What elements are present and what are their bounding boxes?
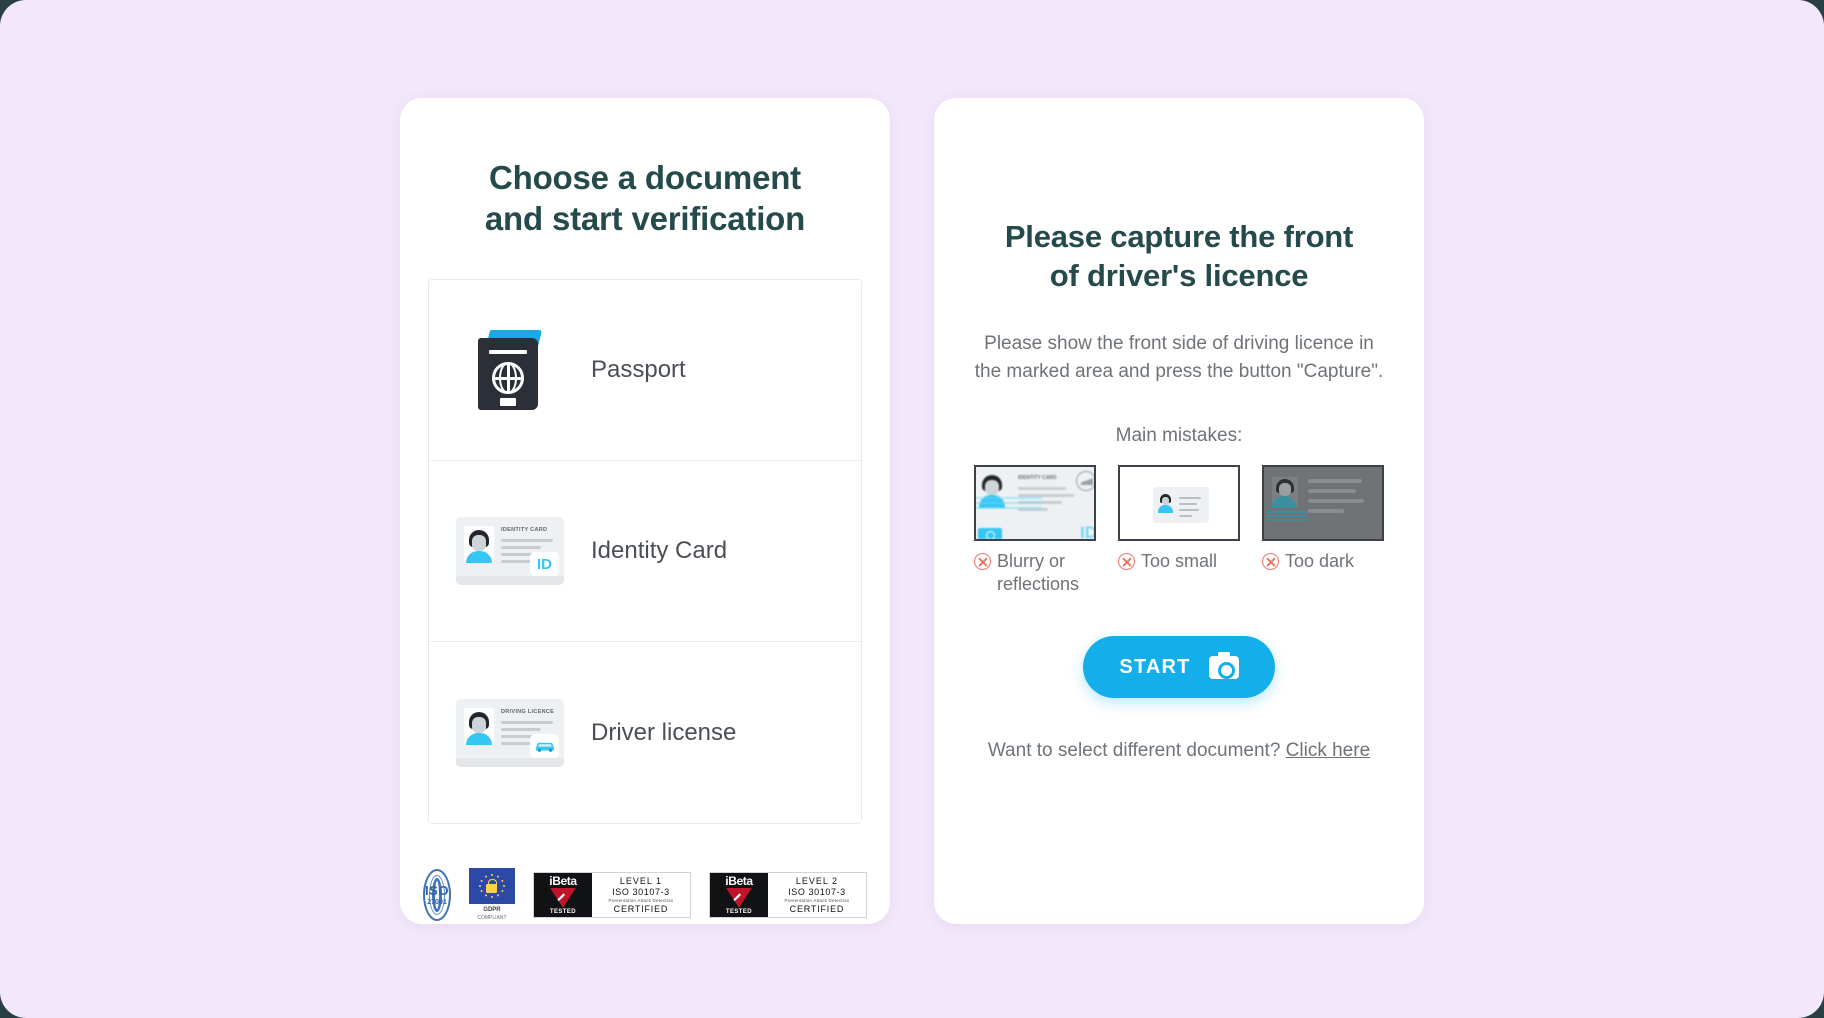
main-mistakes-label: Main mistakes: [1115, 425, 1243, 447]
blurry-card-thumb: IDENTITY CARD ID [974, 465, 1096, 542]
iso-badge-name: ISO [425, 882, 449, 898]
ibeta-tested-label: TESTED [725, 908, 752, 915]
change-document-link[interactable]: Click here [1286, 740, 1370, 761]
blurry-thumb-heading: IDENTITY CARD [1018, 475, 1057, 482]
passport-icon [451, 330, 569, 411]
document-option-label: Passport [591, 356, 686, 384]
certification-badges: ISO 27001 GDPR COMPLIANT iBeta TESTED LE… [423, 868, 867, 921]
gdpr-badge: GDPR COMPLIANT [468, 868, 515, 921]
mistake-caption-text: Blurry or reflections [997, 551, 1080, 595]
ibeta-detection: Presentation Attack Detection [608, 897, 674, 903]
identity-card-icon: IDENTITY CARD ID [451, 517, 569, 586]
page-title-line2: and start verification [484, 199, 806, 237]
driver-license-icon: DRIVING LICENCE [451, 698, 569, 767]
mistake-caption-text: Too small [1141, 551, 1218, 572]
ibeta-level-1-badge: iBeta TESTED LEVEL 1 ISO 30107-3 Present… [532, 871, 691, 918]
start-button-container: START [968, 636, 1390, 699]
ibeta-brand: iBeta [549, 873, 577, 888]
iso-27001-badge: ISO 27001 [423, 868, 451, 921]
ibeta-level: LEVEL 1 [619, 875, 663, 886]
camera-icon [1208, 651, 1239, 679]
mistake-too-dark: Too dark [1262, 465, 1384, 596]
mistake-caption-text: Too dark [1285, 551, 1355, 572]
capture-instructions-panel: Please capture the front of driver's lic… [934, 98, 1424, 924]
mistake-too-small: Too small [1118, 465, 1240, 596]
capture-instructions: Please show the front side of driving li… [974, 332, 1384, 383]
checkmark-shield-icon [725, 887, 752, 908]
ibeta-detection: Presentation Attack Detection [784, 897, 850, 903]
start-capture-button[interactable]: START [1083, 636, 1275, 699]
car-icon [530, 733, 559, 758]
ibeta-standard: ISO 30107-3 [788, 886, 846, 897]
ibeta-certified: CERTIFIED [613, 903, 669, 914]
identity-card-icon-heading: IDENTITY CARD [501, 527, 548, 534]
ibeta-standard: ISO 30107-3 [612, 886, 670, 897]
id-badge: ID [530, 552, 559, 577]
start-button-label: START [1119, 655, 1191, 678]
ibeta-level: LEVEL 2 [795, 875, 839, 886]
mistake-caption: Blurry or reflections [974, 550, 1096, 596]
app-stage: Choose a document and start verification [0, 0, 1824, 1018]
error-x-icon [974, 553, 991, 571]
error-x-icon [1118, 553, 1135, 571]
document-option-driver-license[interactable]: DRIVING LICENCE Driver license [429, 642, 861, 824]
document-selection-panel: Choose a document and start verification [400, 98, 890, 924]
main-mistakes-list: IDENTITY CARD ID Blurry or reflections T… [968, 465, 1390, 596]
document-option-label: Driver license [591, 718, 737, 746]
page-title: Choose a document and start verification [428, 158, 862, 239]
small-card-thumb [1118, 465, 1240, 542]
mistake-caption: Too dark [1262, 550, 1384, 573]
ibeta-level-2-badge: iBeta TESTED LEVEL 2 ISO 30107-3 Present… [708, 871, 867, 918]
document-list: Passport IDENTITY CARD ID Identity Card … [428, 279, 862, 825]
change-document-row: Want to select different document? Click… [968, 740, 1390, 762]
iso-badge-number: 27001 [427, 898, 447, 906]
ibeta-brand: iBeta [725, 873, 753, 888]
document-option-passport[interactable]: Passport [429, 280, 861, 462]
gdpr-badge-title: GDPR [483, 907, 501, 914]
mistake-caption: Too small [1118, 550, 1240, 573]
capture-title: Please capture the front of driver's lic… [1004, 219, 1354, 293]
mistake-blurry: IDENTITY CARD ID Blurry or reflections [974, 465, 1096, 596]
gdpr-badge-subtitle: COMPLIANT [477, 914, 507, 921]
document-option-label: Identity Card [591, 537, 728, 565]
app-viewport: Choose a document and start verification [0, 0, 1824, 1018]
ibeta-certified: CERTIFIED [789, 903, 845, 914]
checkmark-shield-icon [549, 887, 576, 908]
lock-icon [486, 879, 498, 894]
change-document-text: Want to select different document? [987, 740, 1281, 762]
car-glyph [535, 742, 554, 752]
driver-license-icon-heading: DRIVING LICENCE [501, 708, 555, 715]
error-x-icon [1262, 553, 1279, 571]
dark-card-thumb [1262, 465, 1384, 542]
ibeta-tested-label: TESTED [549, 908, 576, 915]
page-title-line1: Choose a document [489, 159, 801, 196]
document-option-identity-card[interactable]: IDENTITY CARD ID Identity Card [429, 461, 861, 643]
